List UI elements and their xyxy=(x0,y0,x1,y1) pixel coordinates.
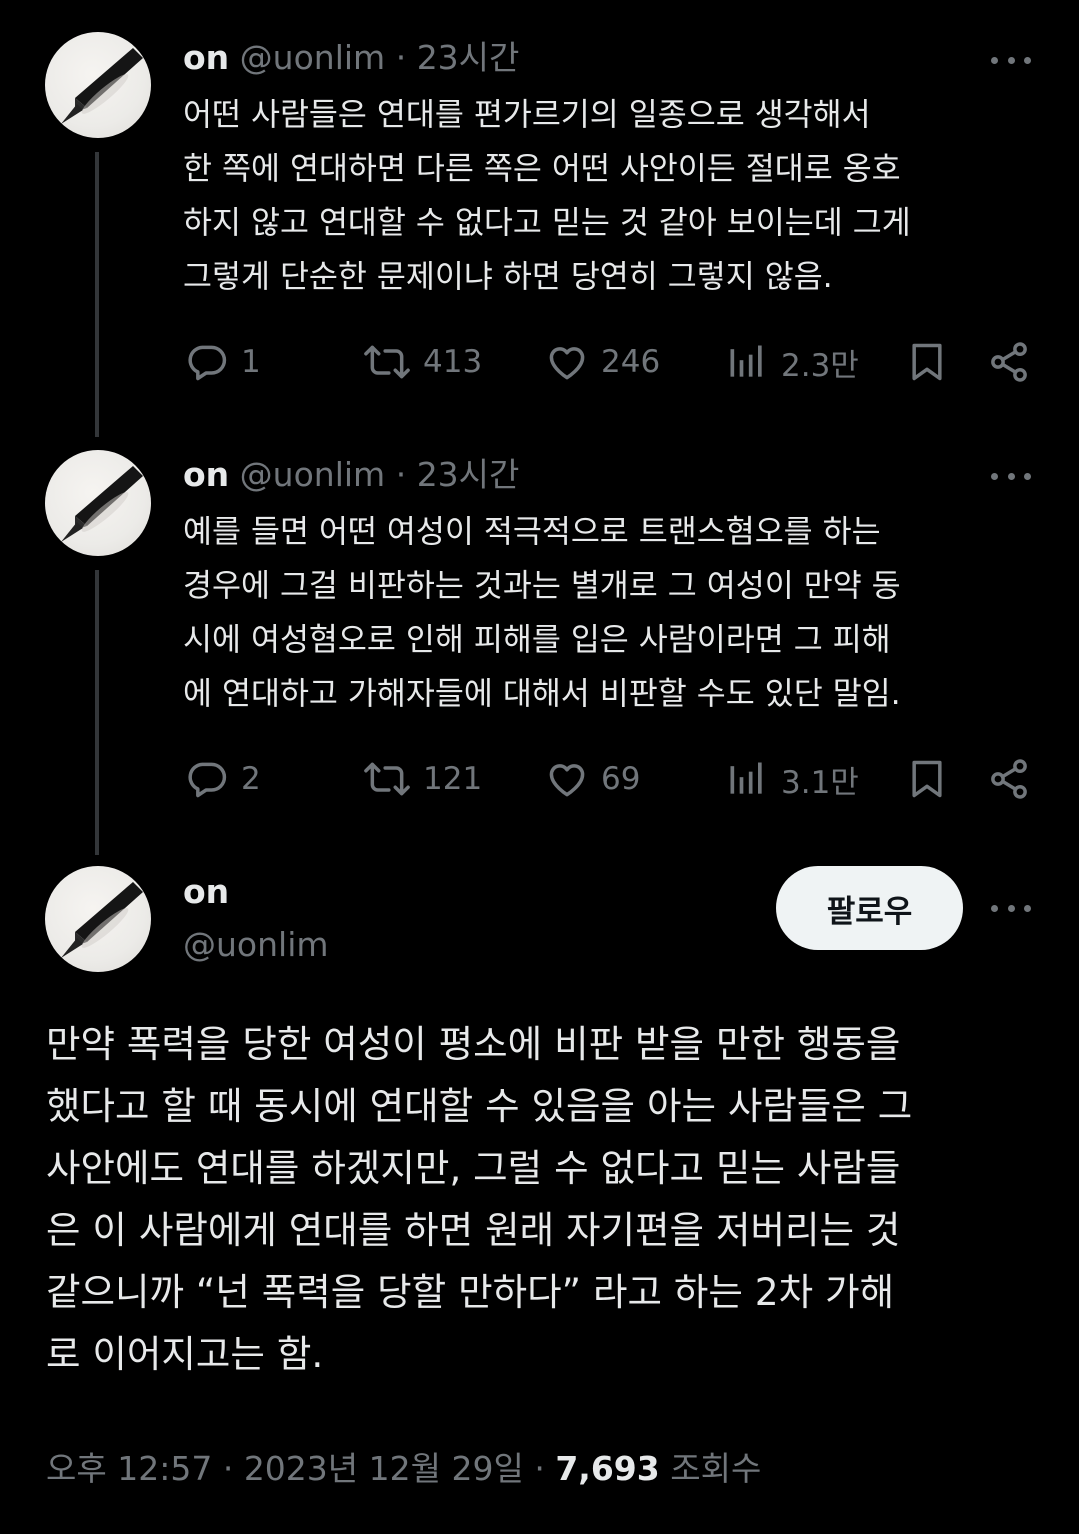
separator: · xyxy=(395,38,407,77)
user-handle[interactable]: @uonlim xyxy=(183,925,329,964)
heart-icon xyxy=(549,347,585,380)
more-icon[interactable] xyxy=(991,50,1031,70)
more-icon[interactable] xyxy=(991,898,1031,918)
more-icon[interactable] xyxy=(991,466,1031,486)
thread-connector xyxy=(95,152,99,437)
timestamp[interactable]: 23시간 xyxy=(417,455,520,494)
bookmark-icon xyxy=(912,760,942,798)
like-count: 69 xyxy=(601,761,641,797)
separator: · xyxy=(534,1449,545,1488)
share-icon xyxy=(991,759,1027,799)
reply-icon xyxy=(188,762,227,798)
like-button[interactable]: 69 xyxy=(545,755,640,803)
thread-connector xyxy=(95,570,99,855)
tweet-thread: on @uonlim · 23시간 어떤 사람들은 연대를 편가르기의 일종으로… xyxy=(0,0,1079,1534)
user-handle[interactable]: @uonlim xyxy=(240,38,386,77)
reply-count: 2 xyxy=(241,761,261,797)
marker-icon xyxy=(61,466,143,542)
display-name[interactable]: on xyxy=(183,38,229,77)
heart-icon xyxy=(549,764,585,797)
user-handle[interactable]: @uonlim xyxy=(240,455,386,494)
avatar[interactable] xyxy=(45,450,151,556)
share-icon xyxy=(991,342,1027,382)
retweet-icon xyxy=(364,762,410,796)
action-bar: 1 413 246 2.3만 xyxy=(183,338,1033,386)
analytics-icon xyxy=(730,345,762,377)
retweet-button[interactable]: 121 xyxy=(363,755,482,803)
retweet-count: 413 xyxy=(423,344,483,380)
reply-icon xyxy=(188,345,227,381)
retweet-button[interactable]: 413 xyxy=(363,338,482,386)
avatar[interactable] xyxy=(45,32,151,138)
views-button[interactable]: 2.3만 xyxy=(725,338,859,386)
views-count[interactable]: 7,693 xyxy=(555,1449,659,1488)
avatar[interactable] xyxy=(45,866,151,972)
timestamp[interactable]: 23시간 xyxy=(417,38,520,77)
reply-button[interactable]: 2 xyxy=(185,755,261,803)
analytics-icon xyxy=(730,762,762,794)
separator: · xyxy=(222,1449,234,1488)
marker-icon xyxy=(61,48,143,124)
reply-count: 1 xyxy=(241,344,261,380)
follow-button[interactable]: 팔로우 xyxy=(776,866,963,950)
bookmark-button[interactable] xyxy=(905,755,949,803)
reply-button[interactable]: 1 xyxy=(185,338,261,386)
tweet-text: 만약 폭력을 당한 여성이 평소에 비판 받을 만한 행동을 했다고 할 때 동… xyxy=(46,1022,913,1376)
views-count: 2.3만 xyxy=(781,347,859,384)
views-label: 조회수 xyxy=(670,1449,762,1488)
tweet-text: 어떤 사람들은 연대를 편가르기의 일종으로 생각해서 한 쪽에 연대하면 다른… xyxy=(183,97,911,295)
views-count: 3.1만 xyxy=(781,764,859,801)
tweet-text: 예를 들면 어떤 여성이 적극적으로 트랜스혐오를 하는 경우에 그걸 비판하는… xyxy=(183,514,901,712)
separator: · xyxy=(395,455,407,494)
retweet-count: 121 xyxy=(423,761,483,797)
share-button[interactable] xyxy=(987,755,1031,803)
bookmark-icon xyxy=(912,343,942,381)
date[interactable]: 2023년 12월 29일 xyxy=(244,1449,524,1488)
timestamp[interactable]: 오후 12:57 xyxy=(46,1449,212,1488)
action-bar: 2 121 69 3.1만 xyxy=(183,755,1033,803)
tweet-header: on @uonlim · 23시간 xyxy=(183,38,519,78)
marker-icon xyxy=(61,882,143,958)
display-name[interactable]: on xyxy=(183,455,229,494)
share-button[interactable] xyxy=(987,338,1031,386)
like-button[interactable]: 246 xyxy=(545,338,660,386)
tweet-header: on @uonlim · 23시간 xyxy=(183,455,519,495)
retweet-icon xyxy=(364,345,410,379)
display-name[interactable]: on xyxy=(183,872,229,911)
tweet-meta: 오후 12:57 · 2023년 12월 29일 · 7,693 조회수 xyxy=(46,1442,761,1490)
bookmark-button[interactable] xyxy=(905,338,949,386)
like-count: 246 xyxy=(601,344,661,380)
views-button[interactable]: 3.1만 xyxy=(725,755,859,803)
